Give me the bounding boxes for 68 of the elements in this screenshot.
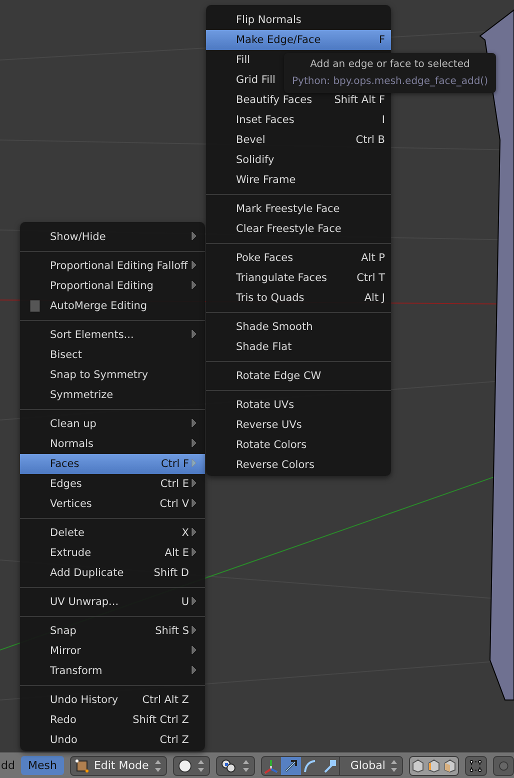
menu-item[interactable]: Mark Freestyle Face	[206, 199, 391, 219]
select-mode-button[interactable]	[426, 756, 442, 774]
menu-item[interactable]: Rotate Edge CW	[206, 366, 391, 386]
menu-item[interactable]: Reverse UVs	[206, 415, 391, 435]
menu-item[interactable]: Poke Faces Alt P	[206, 248, 391, 268]
menu-item[interactable]: Bisect	[20, 345, 205, 365]
menu-item[interactable]: Rotate Colors	[206, 435, 391, 455]
checkbox[interactable]	[30, 300, 40, 312]
up-down-arrow-icon	[154, 758, 162, 772]
edit-mode-icon	[74, 758, 89, 772]
submenu-arrow-icon	[191, 230, 197, 240]
pivot-dropdown[interactable]	[216, 756, 255, 776]
menu-item[interactable]: Clean up	[20, 414, 205, 434]
menu-item[interactable]: Transform	[20, 661, 205, 681]
shading-dropdown[interactable]	[172, 756, 210, 776]
tooltip-python-path: Python: bpy.ops.mesh.edge_face_add()	[292, 75, 488, 89]
menu-item[interactable]: Sort Elements...	[20, 325, 205, 345]
menu-item[interactable]: Flip Normals	[206, 10, 391, 30]
cube-icon	[443, 758, 458, 772]
menu-item[interactable]: Mirror	[20, 641, 205, 661]
menu-item[interactable]: Proportional Editing	[20, 276, 205, 296]
menu-item[interactable]: Faces Ctrl F	[20, 454, 205, 474]
menu-item[interactable]: UV Unwrap... U	[20, 592, 205, 612]
submenu-arrow-icon	[191, 596, 197, 606]
menu-item[interactable]: Delete X	[20, 523, 205, 543]
cube-icon	[411, 758, 426, 772]
menu-item[interactable]: Bevel Ctrl B	[206, 130, 391, 150]
up-down-arrow-icon	[242, 758, 250, 772]
header-menu-label[interactable]: dd	[0, 759, 15, 772]
up-down-arrow-icon	[390, 758, 398, 772]
menu-item[interactable]: Symmetrize	[20, 385, 205, 405]
cube-icon	[427, 758, 442, 772]
mode-dropdown[interactable]: Edit Mode	[70, 756, 167, 776]
menu-item[interactable]: Wire Frame	[206, 170, 391, 190]
menu-item[interactable]: AutoMerge Editing	[20, 296, 205, 316]
menu-item[interactable]: Undo History Ctrl Alt Z	[20, 690, 205, 710]
menu-item[interactable]: Reverse Colors	[206, 455, 391, 475]
sphere-icon	[178, 758, 192, 772]
menu-item[interactable]: Shade Flat	[206, 337, 391, 357]
menu-item[interactable]: Beautify Faces Shift Alt F	[206, 90, 391, 110]
menu-item[interactable]: Solidify	[206, 150, 391, 170]
menu-item[interactable]: Snap to Symmetry	[20, 365, 205, 385]
orientation-dropdown[interactable]: Global	[339, 756, 402, 774]
menu-item[interactable]: Show/Hide	[20, 227, 205, 247]
menu-item[interactable]: Extrude Alt E	[20, 543, 205, 563]
manipulator-toggle[interactable]	[281, 756, 301, 774]
menu-item[interactable]: Edges Ctrl E	[20, 474, 205, 494]
menu-item[interactable]: Proportional Editing Falloff	[20, 256, 205, 276]
menu-item[interactable]: Make Edge/Face F	[206, 30, 391, 50]
tooltip-description: Add an edge or face to selected	[309, 58, 471, 72]
menu-item[interactable]: Vertices Ctrl V	[20, 494, 205, 514]
menu-item[interactable]: Add Duplicate Shift D	[20, 563, 205, 583]
submenu-arrow-icon	[191, 328, 197, 338]
select-mode-button[interactable]	[442, 756, 458, 774]
menu-item[interactable]: Rotate UVs	[206, 395, 391, 415]
menu-item[interactable]: Normals	[20, 434, 205, 454]
menu-item[interactable]: Undo Ctrl Z	[20, 730, 205, 750]
up-down-arrow-icon	[196, 758, 205, 772]
menu-item[interactable]: Redo Shift Ctrl Z	[20, 710, 205, 730]
menu-item[interactable]: Snap Shift S	[20, 621, 205, 641]
pivot-circles-icon	[220, 758, 237, 772]
menu-item[interactable]: Shade Smooth	[206, 317, 391, 337]
menu-item[interactable]: Triangulate Faces Ctrl T	[206, 268, 391, 288]
menu-item[interactable]: Tris to Quads Alt J	[206, 288, 391, 308]
menu-item[interactable]: Clear Freestyle Face	[206, 219, 391, 239]
mesh-menu-button[interactable]: Mesh	[20, 756, 64, 775]
select-mode-button[interactable]	[410, 756, 426, 774]
menu-item[interactable]: Inset Faces I	[206, 110, 391, 130]
